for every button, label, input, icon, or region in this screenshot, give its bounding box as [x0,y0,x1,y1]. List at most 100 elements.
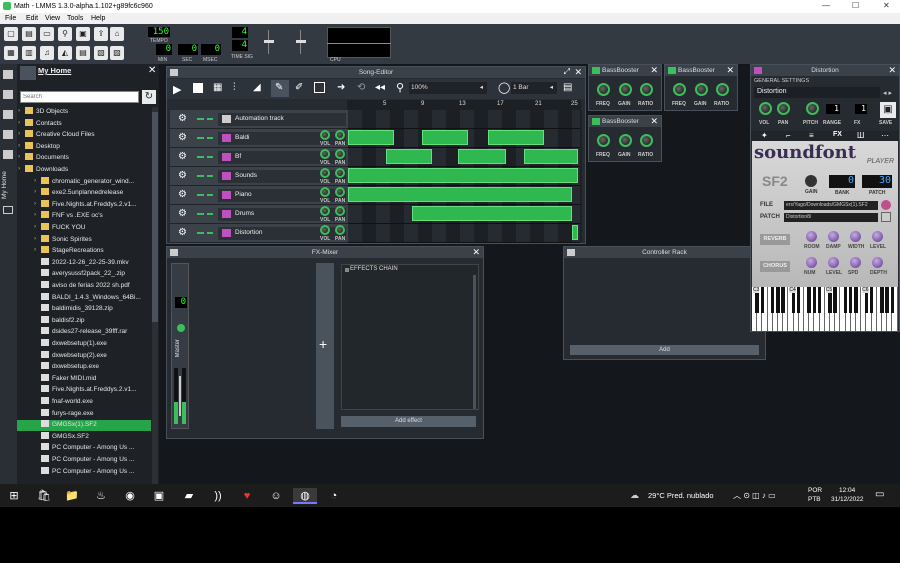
browser-scroll-thumb[interactable] [152,112,158,322]
volume-knob[interactable] [320,206,330,216]
save-project-icon[interactable]: ▣ [76,27,90,41]
lmms-taskbar-icon[interactable]: ◍ [293,488,317,504]
list-item[interactable]: › exe2.5unplannedrelease [17,188,151,199]
piano-roll-icon[interactable]: ♫ [40,46,54,60]
fx-mixer-icon[interactable]: ▤ [76,46,90,60]
instrument-close[interactable]: ✕ [888,65,896,76]
bassbooster-close[interactable]: ✕ [726,65,734,76]
chorus-button[interactable]: CHORUS [760,261,790,272]
bank-display[interactable]: 0 [829,175,855,188]
notes-icon[interactable]: ▰ [181,488,197,504]
mute-icon[interactable] [197,213,204,215]
piano-black-key[interactable] [812,287,816,313]
track-lane[interactable] [348,148,580,167]
gear-icon[interactable]: ⚙ [178,132,187,143]
instrument-name-field[interactable]: Distortion [754,87,880,98]
notifications-icon[interactable]: ▭ [875,489,884,500]
ratio-knob[interactable] [640,134,653,147]
pan-knob[interactable] [335,206,345,216]
search-input[interactable] [20,91,139,103]
chevron-right-icon[interactable]: › [34,223,36,230]
piano-black-key[interactable] [781,287,785,313]
bassbooster-close[interactable]: ✕ [650,116,658,127]
list-item[interactable]: PC Computer - Among Us ... [17,443,151,454]
chevron-right-icon[interactable]: › [18,153,20,160]
prev-next-arrows[interactable]: ◂ ▸ [883,89,892,97]
quantize-select[interactable]: 1 Bar ◂ [511,82,557,94]
pan-knob[interactable] [335,168,345,178]
game-icon[interactable]: ☺ [268,488,284,504]
volume-knob[interactable] [320,149,330,159]
chevron-right-icon[interactable]: › [34,235,36,242]
tab-my-home[interactable]: My Home [1,164,15,206]
piano-black-key[interactable] [776,287,780,313]
menu-tools[interactable]: Tools [67,15,83,22]
track-lane[interactable] [348,129,580,148]
chevron-right-icon[interactable]: › [18,142,20,149]
gear-icon[interactable]: ⚙ [178,208,187,219]
list-item[interactable]: dxwebsetup(2).exe [17,350,151,362]
close-button[interactable]: ✕ [883,1,890,10]
minecraft-icon[interactable]: ▣ [151,488,167,504]
track-lane[interactable] [348,110,580,129]
instrument-plugins-icon[interactable] [3,70,13,79]
song-editor-close[interactable]: ✕ [574,67,582,78]
chevron-right-icon[interactable]: › [18,119,20,126]
mute-icon[interactable] [197,194,204,196]
list-item[interactable]: Faker MIDI.mid [17,373,151,385]
menu-view[interactable]: View [45,15,60,22]
effects-toggle-icon[interactable] [345,268,349,272]
beat-bassline-icon[interactable]: ▥ [22,46,36,60]
fader[interactable] [179,376,181,416]
list-item[interactable]: dsides27-release_39fff.rar [17,327,151,338]
mute-icon[interactable] [197,118,204,120]
track-lane[interactable] [348,224,580,243]
piano-black-key[interactable] [807,287,811,313]
pattern-clip[interactable] [458,149,506,164]
effect-knob[interactable] [850,231,861,242]
list-item[interactable]: › Downloads [17,165,151,176]
piano-black-key[interactable] [760,287,764,313]
fx-channel-display[interactable]: 1 [855,104,867,114]
effect-knob[interactable] [828,257,839,268]
computer-icon[interactable] [3,206,13,214]
pattern-clip[interactable] [412,206,572,221]
patch-display[interactable]: 30 [862,175,892,188]
new-project-icon[interactable]: ▢ [4,27,18,41]
chevron-right-icon[interactable]: › [34,246,36,253]
pattern-clip[interactable] [488,130,544,145]
solo-icon[interactable] [207,137,213,139]
list-item[interactable]: fnaf-world.exe [17,397,151,408]
menu-edit[interactable]: Edit [26,15,38,22]
pan-knob[interactable] [335,187,345,197]
pitch-knob[interactable] [806,102,819,115]
select-mode-icon[interactable] [314,82,325,93]
stop-icon[interactable] [193,83,203,93]
tempo-display[interactable]: 150 [148,27,170,37]
track-lane[interactable] [348,186,580,205]
effect-knob[interactable] [828,231,839,242]
clock-time[interactable]: 12:04 [839,487,855,494]
tab-midi-icon[interactable]: Ш [857,131,864,140]
maximize-button[interactable]: ☐ [852,1,859,10]
patch-dialog-icon[interactable] [881,212,891,222]
ratio-knob[interactable] [640,83,653,96]
volume-knob[interactable] [320,130,330,140]
piano-black-key[interactable] [885,287,889,313]
save-preset-icon[interactable]: ▣ [880,102,896,118]
list-item[interactable]: furys-rage.exe [17,408,151,420]
menu-file[interactable]: File [5,15,16,22]
solo-icon[interactable] [207,232,213,234]
mute-icon[interactable] [197,137,204,139]
pattern-clip[interactable] [422,130,468,145]
file-path-field[interactable]: ers/Yago/Downloads/GMGSx(1).SF2 [784,201,878,210]
mute-icon[interactable] [197,156,204,158]
menu-help[interactable]: Help [91,15,105,22]
volume-knob[interactable] [320,187,330,197]
effect-knob[interactable] [872,257,883,268]
controller-rack-icon[interactable]: ▨ [110,46,124,60]
list-item[interactable]: › Documents [17,153,151,164]
export-project-icon[interactable]: ⇪ [94,27,108,41]
reverb-button[interactable]: REVERB [760,234,790,245]
presets-icon[interactable] [3,130,13,139]
